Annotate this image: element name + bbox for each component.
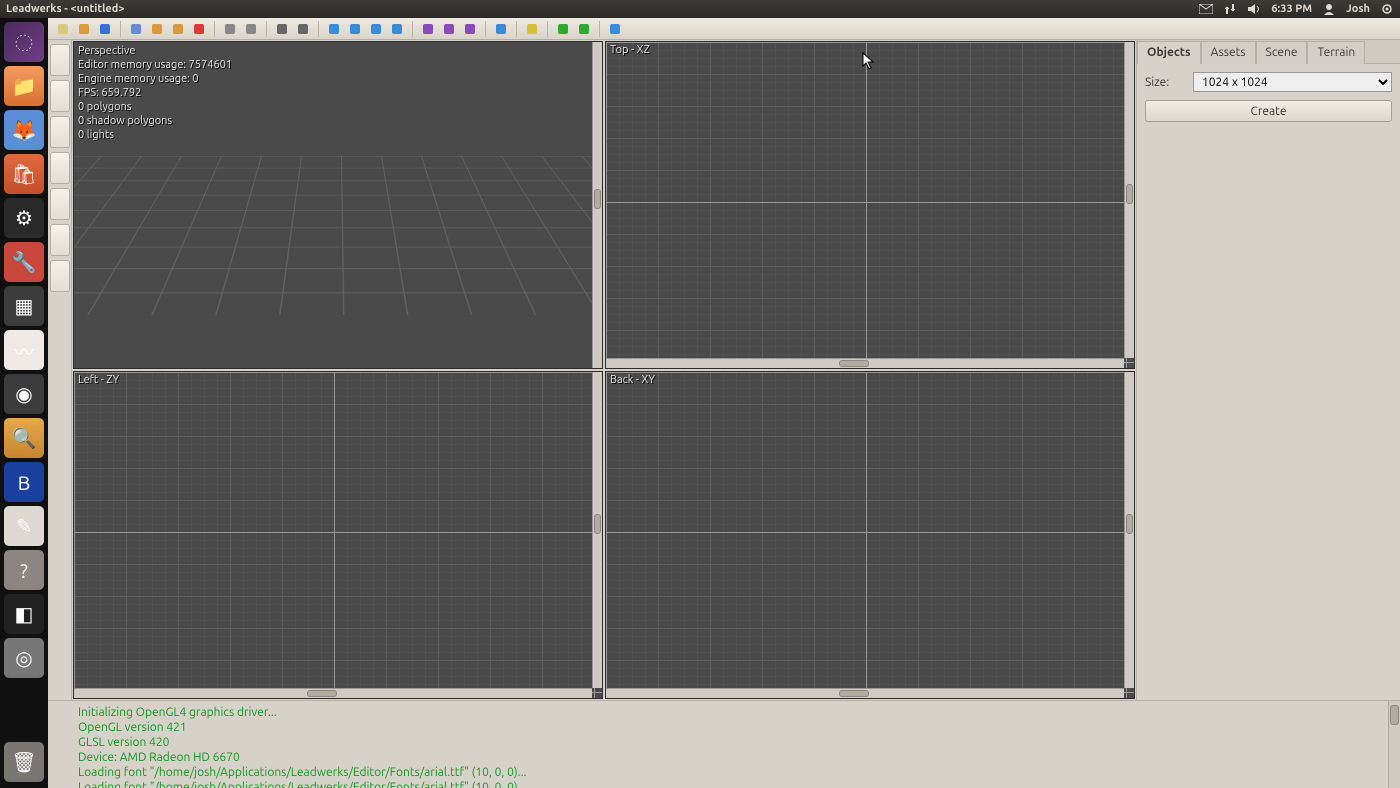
toolbar-rotate-button[interactable]	[346, 20, 364, 38]
side-panel: ObjectsAssetsSceneTerrain Size: 1024 x 1…	[1136, 40, 1400, 700]
toolbar-tool-c-button[interactable]	[461, 20, 479, 38]
toolbar-play-button[interactable]	[554, 20, 572, 38]
mail-icon[interactable]	[1199, 2, 1213, 16]
side-panel-body: Size: 1024 x 1024 Create	[1137, 64, 1400, 130]
viewport-left[interactable]: Left - ZY	[73, 371, 603, 699]
palette-slot[interactable]	[50, 80, 70, 112]
palette-slot[interactable]	[50, 44, 70, 76]
console: Initializing OpenGL4 graphics driver...O…	[48, 700, 1400, 788]
size-label: Size:	[1145, 76, 1185, 89]
tool-palette	[48, 40, 72, 700]
viewport-label: Top - XZ	[610, 44, 650, 56]
launcher-editor[interactable]: ✎	[4, 506, 44, 546]
toolbar-world-button[interactable]	[492, 20, 510, 38]
vertical-scrollbar[interactable]	[592, 42, 602, 368]
launcher-software[interactable]: 🛍	[4, 154, 44, 194]
sound-icon[interactable]	[1247, 2, 1261, 16]
toolbar-paste-button[interactable]	[169, 20, 187, 38]
toolbar-snap-button[interactable]	[388, 20, 406, 38]
launcher-trash[interactable]: 🗑	[4, 742, 44, 782]
toolbar	[48, 18, 1400, 40]
vertical-scrollbar[interactable]	[1124, 42, 1134, 358]
toolbar-tool-b-button[interactable]	[440, 20, 458, 38]
tab-objects[interactable]: Objects	[1137, 41, 1201, 64]
viewport-top[interactable]: Top - XZ	[605, 41, 1135, 369]
toolbar-separator	[120, 21, 121, 37]
network-icon[interactable]	[1223, 2, 1237, 16]
system-menubar: Leadwerks - <untitled> 6:33 PM Josh	[0, 0, 1400, 18]
menubar-indicators: 6:33 PM Josh	[1199, 2, 1394, 16]
toolbar-separator	[516, 21, 517, 37]
launcher-steam[interactable]: ⚙	[4, 198, 44, 238]
tab-scene[interactable]: Scene	[1256, 41, 1308, 64]
toolbar-separator	[485, 21, 486, 37]
toolbar-separator	[412, 21, 413, 37]
side-panel-tabs: ObjectsAssetsSceneTerrain	[1137, 40, 1400, 64]
toolbar-zoom-in-button[interactable]	[273, 20, 291, 38]
launcher-search[interactable]: 🔍	[4, 418, 44, 458]
vertical-scrollbar[interactable]	[1124, 372, 1134, 688]
tab-terrain[interactable]: Terrain	[1307, 41, 1365, 64]
toolbar-tool-a-button[interactable]	[419, 20, 437, 38]
viewport-overlay: PerspectiveEditor memory usage: 7574601E…	[78, 44, 232, 142]
toolbar-cut-button[interactable]	[127, 20, 145, 38]
console-scrollbar[interactable]	[1388, 701, 1400, 788]
viewport-perspective[interactable]: PerspectiveEditor memory usage: 7574601E…	[73, 41, 603, 369]
size-select[interactable]: 1024 x 1024	[1193, 72, 1392, 92]
leadwerks-app: PerspectiveEditor memory usage: 7574601E…	[48, 18, 1400, 788]
launcher-blender[interactable]: B	[4, 462, 44, 502]
clock[interactable]: 6:33 PM	[1271, 3, 1312, 15]
toolbar-delete-button[interactable]	[190, 20, 208, 38]
toolbar-zoom-out-button[interactable]	[294, 20, 312, 38]
toolbar-new-button[interactable]	[54, 20, 72, 38]
toolbar-help-button[interactable]	[606, 20, 624, 38]
viewports: PerspectiveEditor memory usage: 7574601E…	[72, 40, 1136, 700]
horizontal-scrollbar[interactable]	[74, 688, 592, 698]
toolbar-redo-button[interactable]	[242, 20, 260, 38]
console-output: Initializing OpenGL4 graphics driver...O…	[48, 701, 1388, 788]
toolbar-open-button[interactable]	[75, 20, 93, 38]
viewport-back[interactable]: Back - XY	[605, 371, 1135, 699]
vertical-scrollbar[interactable]	[592, 372, 602, 688]
horizontal-scrollbar[interactable]	[606, 688, 1124, 698]
launcher-dash[interactable]: ◌	[4, 22, 44, 62]
palette-slot[interactable]	[50, 152, 70, 184]
launcher-settings[interactable]: 🔧	[4, 242, 44, 282]
toolbar-separator	[318, 21, 319, 37]
toolbar-separator	[599, 21, 600, 37]
launcher-cd[interactable]: ◎	[4, 638, 44, 678]
toolbar-play-fast-button[interactable]	[575, 20, 593, 38]
toolbar-undo-button[interactable]	[221, 20, 239, 38]
viewport-label: Back - XY	[610, 374, 655, 386]
create-button[interactable]: Create	[1145, 100, 1392, 122]
toolbar-save-button[interactable]	[96, 20, 114, 38]
toolbar-scale-button[interactable]	[367, 20, 385, 38]
launcher-firefox[interactable]: 🦊	[4, 110, 44, 150]
launcher-monitor[interactable]: 〰	[4, 330, 44, 370]
toolbar-separator	[266, 21, 267, 37]
launcher-help[interactable]: ?	[4, 550, 44, 590]
launcher-workspace[interactable]: ◧	[4, 594, 44, 634]
user-icon	[1322, 2, 1336, 16]
launcher-colors[interactable]: ▦	[4, 286, 44, 326]
launcher-files[interactable]: 📁	[4, 66, 44, 106]
content: PerspectiveEditor memory usage: 7574601E…	[48, 40, 1400, 700]
viewport-label: Left - ZY	[78, 374, 119, 386]
user-name[interactable]: Josh	[1346, 3, 1370, 15]
tab-assets[interactable]: Assets	[1201, 41, 1256, 64]
gear-icon[interactable]	[1380, 2, 1394, 16]
launcher-disks[interactable]: ◉	[4, 374, 44, 414]
palette-slot[interactable]	[50, 260, 70, 292]
toolbar-move-button[interactable]	[325, 20, 343, 38]
toolbar-copy-button[interactable]	[148, 20, 166, 38]
toolbar-separator	[214, 21, 215, 37]
palette-slot[interactable]	[50, 224, 70, 256]
toolbar-separator	[547, 21, 548, 37]
window-title: Leadwerks - <untitled>	[6, 3, 1199, 15]
palette-slot[interactable]	[50, 188, 70, 220]
palette-slot[interactable]	[50, 116, 70, 148]
horizontal-scrollbar[interactable]	[606, 358, 1124, 368]
toolbar-light-button[interactable]	[523, 20, 541, 38]
unity-launcher: ◌📁🦊🛍⚙🔧▦〰◉🔍B✎?◧◎ 🗑	[0, 18, 48, 788]
